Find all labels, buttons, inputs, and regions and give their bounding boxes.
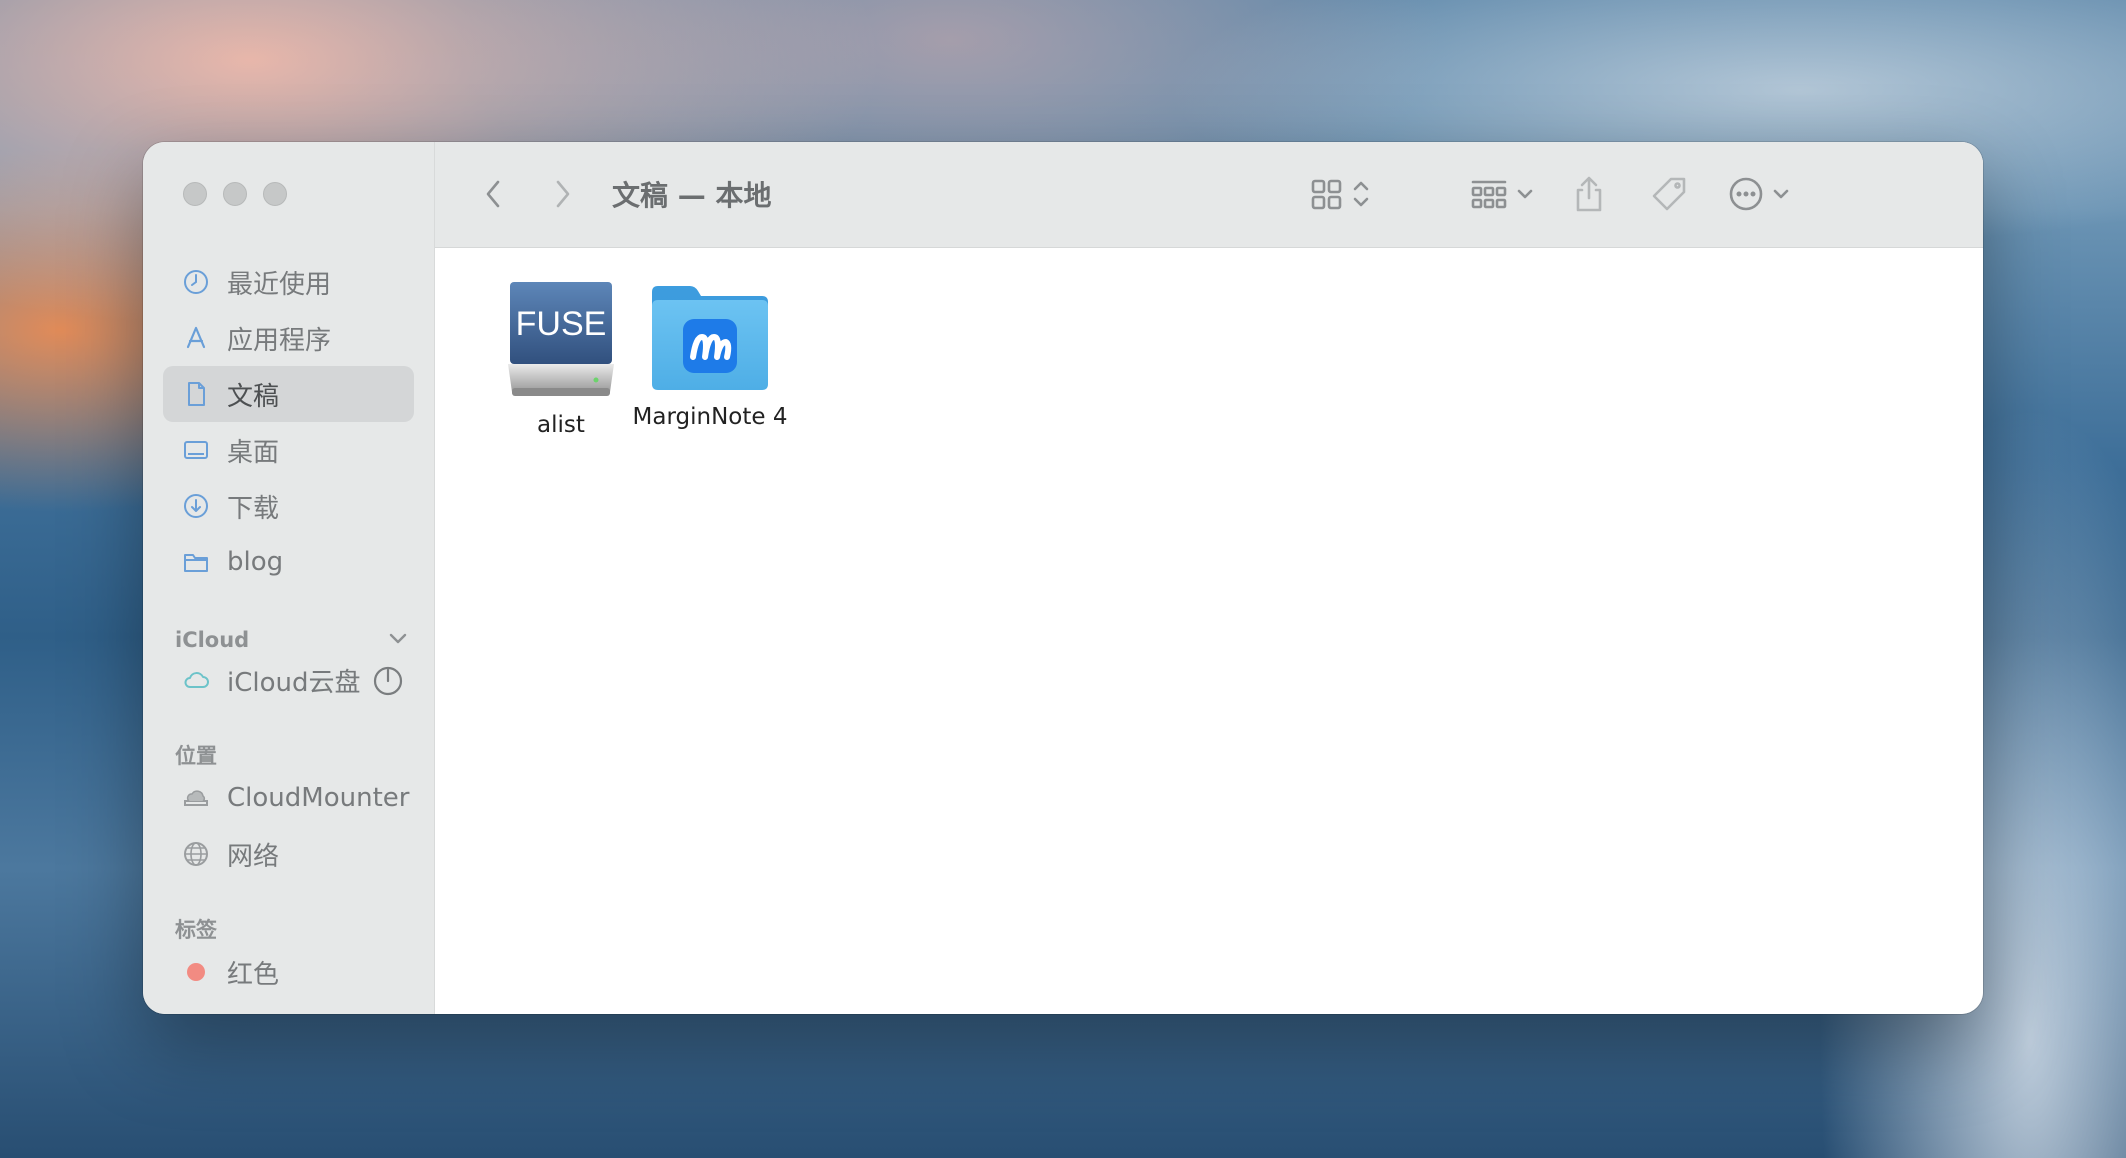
tag-button[interactable]: [1649, 172, 1689, 216]
marginnote-folder-icon: [652, 286, 768, 390]
sidebar: 最近使用 应用程序 文稿 桌面 下载 blog iCloud iCloud云盘 …: [143, 142, 435, 1014]
chevron-right-icon: [556, 180, 570, 208]
globe-icon: [179, 837, 213, 871]
sidebar-item-tag-red[interactable]: 红色: [163, 944, 414, 1000]
folder-icon: [179, 545, 213, 579]
desktop-icon: [179, 433, 213, 467]
group-button[interactable]: [1469, 172, 1537, 216]
red-tag-dot-icon: [179, 955, 213, 989]
fuse-badge: FUSE: [516, 305, 607, 343]
sidebar-list: 最近使用 应用程序 文稿 桌面 下载 blog iCloud iCloud云盘 …: [163, 254, 414, 1000]
sidebar-item-label: 文稿: [227, 381, 280, 412]
view-mode-button[interactable]: [1309, 172, 1373, 216]
cloud-icon: [179, 663, 213, 697]
download-icon: [179, 489, 213, 523]
sidebar-item-cloudmounter[interactable]: CloudMounter: [163, 770, 414, 826]
sidebar-item-blog[interactable]: blog: [163, 534, 414, 590]
sidebar-item-label: CloudMounter: [227, 783, 410, 813]
sidebar-item-applications[interactable]: 应用程序: [163, 310, 414, 366]
sidebar-item-label: 网络: [227, 841, 280, 872]
sidebar-item-label: 红色: [227, 959, 280, 990]
file-name: MarginNote 4: [632, 404, 788, 430]
back-button[interactable]: [479, 172, 509, 216]
sidebar-item-documents[interactable]: 文稿: [163, 366, 414, 422]
share-icon: [1576, 176, 1602, 212]
share-button[interactable]: [1571, 172, 1607, 216]
ellipsis-circle-icon: [1729, 177, 1763, 211]
sidebar-item-recents[interactable]: 最近使用: [163, 254, 414, 310]
forward-button[interactable]: [547, 172, 577, 216]
sidebar-section-icloud[interactable]: iCloud: [163, 608, 414, 652]
chevron-down-icon: [1773, 189, 1789, 199]
file-item[interactable]: MarginNote 4: [610, 284, 810, 430]
toolbar: 文稿 — 本地: [435, 142, 1983, 248]
sidebar-item-label: blog: [227, 547, 284, 577]
sidebar-item-network[interactable]: 网络: [163, 826, 414, 882]
sidebar-item-label: 下载: [227, 493, 280, 524]
sidebar-section-locations: 位置: [175, 744, 217, 768]
grid-view-icon: [1311, 179, 1342, 210]
sidebar-section-tags: 标签: [175, 918, 217, 942]
sidebar-item-label: 最近使用: [227, 269, 332, 300]
app-store-icon: [179, 321, 213, 355]
chevron-down-icon: [1517, 189, 1533, 199]
group-grid-icon: [1471, 180, 1507, 209]
cloud-drive-icon: [179, 781, 213, 815]
close-button[interactable]: [183, 182, 207, 206]
file-grid: FUSE alist MarginNote 4: [435, 248, 1983, 1014]
chevron-up-down-icon: [1353, 181, 1369, 207]
tag-icon: [1652, 177, 1686, 211]
sidebar-item-desktop[interactable]: 桌面: [163, 422, 414, 478]
minimize-button[interactable]: [223, 182, 247, 206]
document-icon: [179, 377, 213, 411]
sidebar-item-label: 桌面: [227, 437, 280, 468]
sidebar-item-icloud-drive[interactable]: iCloud云盘: [163, 652, 414, 708]
more-actions-button[interactable]: [1727, 172, 1793, 216]
sync-progress-icon: [373, 666, 403, 696]
zoom-button[interactable]: [263, 182, 287, 206]
sidebar-item-label: 应用程序: [227, 325, 332, 356]
sidebar-item-downloads[interactable]: 下载: [163, 478, 414, 534]
fuse-drive-icon: FUSE: [508, 282, 614, 396]
window-controls: [183, 182, 287, 206]
chevron-left-icon: [486, 180, 500, 208]
window-title: 文稿 — 本地: [612, 179, 772, 212]
sidebar-item-label: iCloud云盘: [227, 667, 361, 698]
main-content: 文稿 — 本地 FUSE alist MarginNote 4: [435, 142, 1983, 1014]
finder-window: 最近使用 应用程序 文稿 桌面 下载 blog iCloud iCloud云盘 …: [143, 142, 1983, 1014]
chevron-down-icon[interactable]: [386, 626, 410, 650]
clock-icon: [179, 265, 213, 299]
